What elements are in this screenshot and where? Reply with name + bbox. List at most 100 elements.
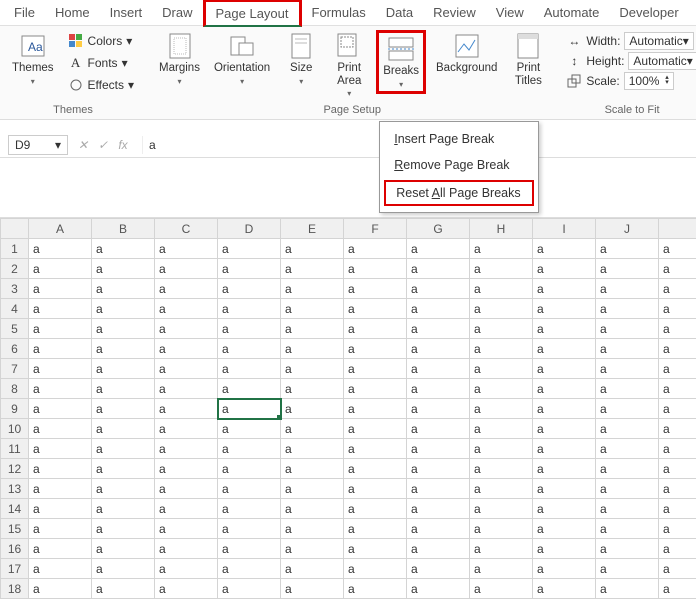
cell[interactable]: a: [218, 419, 281, 439]
cell[interactable]: a: [92, 399, 155, 419]
cell[interactable]: a: [92, 419, 155, 439]
cell[interactable]: a: [92, 279, 155, 299]
cell[interactable]: a: [29, 459, 92, 479]
breaks-button[interactable]: Breaks▾ Insert Page Break Remove Page Br…: [376, 30, 426, 94]
cell[interactable]: a: [344, 439, 407, 459]
cell[interactable]: a: [218, 279, 281, 299]
tab-formulas[interactable]: Formulas: [302, 1, 376, 24]
cell[interactable]: a: [92, 339, 155, 359]
cell[interactable]: a: [533, 579, 596, 599]
cell[interactable]: a: [470, 519, 533, 539]
cell[interactable]: a: [155, 459, 218, 479]
row-header[interactable]: 16: [1, 539, 29, 559]
cell[interactable]: a: [344, 279, 407, 299]
cell[interactable]: a: [218, 539, 281, 559]
tab-developer[interactable]: Developer: [609, 1, 688, 24]
cell[interactable]: a: [659, 499, 696, 519]
cell[interactable]: a: [344, 559, 407, 579]
cell[interactable]: a: [470, 339, 533, 359]
cell[interactable]: a: [344, 379, 407, 399]
cell[interactable]: a: [29, 419, 92, 439]
cell[interactable]: a: [659, 319, 696, 339]
cell[interactable]: a: [155, 579, 218, 599]
cell[interactable]: a: [659, 479, 696, 499]
cell[interactable]: a: [470, 579, 533, 599]
cell[interactable]: a: [92, 539, 155, 559]
col-header[interactable]: E: [281, 219, 344, 239]
cell[interactable]: a: [533, 539, 596, 559]
row-header[interactable]: 2: [1, 259, 29, 279]
cell[interactable]: a: [281, 519, 344, 539]
cell[interactable]: a: [470, 559, 533, 579]
cell[interactable]: a: [344, 359, 407, 379]
col-header[interactable]: J: [596, 219, 659, 239]
cell[interactable]: a: [281, 359, 344, 379]
tab-review[interactable]: Review: [423, 1, 486, 24]
cell[interactable]: a: [218, 359, 281, 379]
cell[interactable]: a: [218, 439, 281, 459]
row-header[interactable]: 11: [1, 439, 29, 459]
width-select[interactable]: Automatic▾: [624, 32, 693, 50]
cell[interactable]: a: [155, 299, 218, 319]
col-header[interactable]: A: [29, 219, 92, 239]
themes-button[interactable]: Aa Themes ▾: [8, 30, 58, 88]
cell[interactable]: a: [407, 559, 470, 579]
cell[interactable]: a: [659, 559, 696, 579]
row-header[interactable]: 3: [1, 279, 29, 299]
row-header[interactable]: 9: [1, 399, 29, 419]
cell[interactable]: a: [92, 239, 155, 259]
cell[interactable]: a: [659, 459, 696, 479]
cell[interactable]: a: [470, 459, 533, 479]
cell[interactable]: a: [281, 319, 344, 339]
cell[interactable]: a: [659, 259, 696, 279]
cell[interactable]: a: [29, 539, 92, 559]
row-header[interactable]: 12: [1, 459, 29, 479]
cell[interactable]: a: [596, 499, 659, 519]
cell[interactable]: a: [407, 279, 470, 299]
cell[interactable]: a: [659, 539, 696, 559]
row-header[interactable]: 10: [1, 419, 29, 439]
cell[interactable]: a: [596, 559, 659, 579]
col-header[interactable]: C: [155, 219, 218, 239]
cell[interactable]: a: [344, 399, 407, 419]
col-header[interactable]: [659, 219, 696, 239]
cell[interactable]: a: [470, 419, 533, 439]
cell[interactable]: a: [92, 559, 155, 579]
cell[interactable]: a: [533, 519, 596, 539]
tab-draw[interactable]: Draw: [152, 1, 202, 24]
cell[interactable]: a: [155, 399, 218, 419]
cancel-icon[interactable]: ✕: [74, 138, 92, 152]
cell[interactable]: a: [533, 279, 596, 299]
tab-page-layout[interactable]: Page Layout: [203, 0, 302, 27]
cell[interactable]: a: [92, 379, 155, 399]
row-header[interactable]: 8: [1, 379, 29, 399]
cell[interactable]: a: [281, 379, 344, 399]
cell[interactable]: a: [470, 399, 533, 419]
height-select[interactable]: Automatic▾: [628, 52, 696, 70]
cell[interactable]: a: [281, 499, 344, 519]
cell[interactable]: a: [155, 499, 218, 519]
cell[interactable]: a: [659, 239, 696, 259]
cell[interactable]: a: [344, 539, 407, 559]
cell[interactable]: a: [596, 579, 659, 599]
cell[interactable]: a: [218, 459, 281, 479]
cell[interactable]: a: [344, 479, 407, 499]
cell[interactable]: a: [344, 499, 407, 519]
cell[interactable]: a: [155, 479, 218, 499]
cell[interactable]: a: [470, 499, 533, 519]
cell[interactable]: a: [344, 299, 407, 319]
cell[interactable]: a: [344, 459, 407, 479]
cell[interactable]: a: [92, 459, 155, 479]
cell[interactable]: a: [533, 259, 596, 279]
effects-button[interactable]: Effects ▾: [64, 74, 139, 96]
tab-home[interactable]: Home: [45, 1, 100, 24]
cell[interactable]: a: [659, 419, 696, 439]
cell[interactable]: a: [218, 479, 281, 499]
scale-spinner[interactable]: 100%▴▾: [624, 72, 674, 90]
cell[interactable]: a: [29, 239, 92, 259]
cell[interactable]: a: [155, 319, 218, 339]
cell[interactable]: a: [155, 359, 218, 379]
cell[interactable]: a: [155, 259, 218, 279]
cell[interactable]: a: [470, 239, 533, 259]
cell[interactable]: a: [596, 519, 659, 539]
